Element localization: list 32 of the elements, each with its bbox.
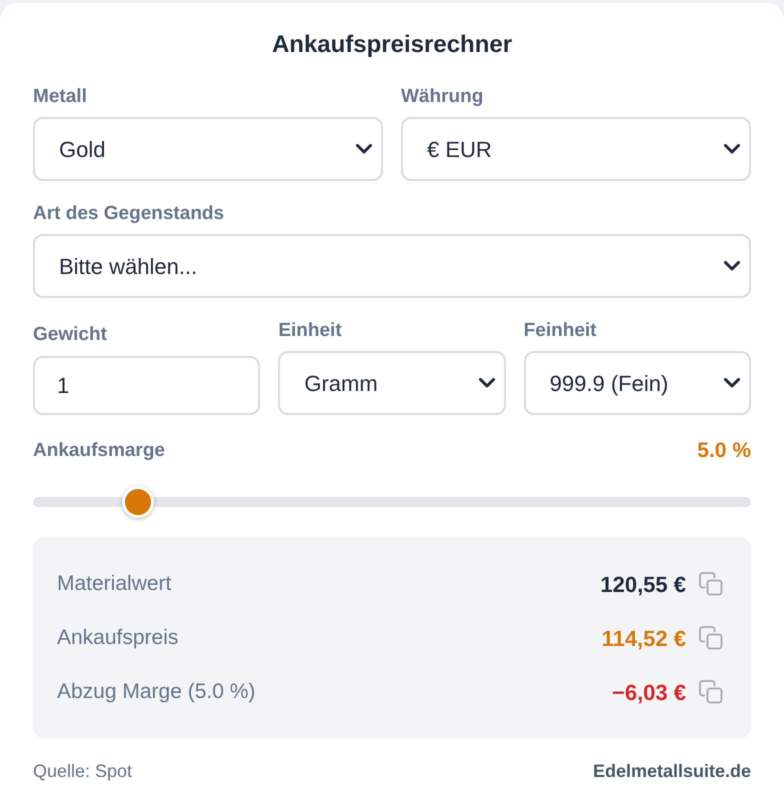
slider-value: 5.0 % <box>697 438 751 464</box>
chevron-down-icon <box>724 144 740 154</box>
dropdown[interactable]: € EUR <box>401 117 751 181</box>
result-label: Materialwert <box>57 571 172 598</box>
field-label: Einheit <box>278 319 343 343</box>
dropdown[interactable]: Bitte wählen... <box>33 234 751 298</box>
field-label: Art des Gegenstands <box>33 202 226 226</box>
field-label: Gewicht <box>33 323 108 347</box>
field-label: Währung <box>401 85 484 109</box>
dropdown[interactable]: 999.9 (Fein) <box>524 351 751 415</box>
weight-input[interactable]: 1 <box>33 356 260 415</box>
copy-icon[interactable] <box>699 572 723 596</box>
result-value: 114,52 € <box>602 624 686 652</box>
dropdown[interactable]: Gramm <box>278 351 506 415</box>
chevron-down-icon <box>724 261 740 271</box>
copy-icon[interactable] <box>699 680 723 704</box>
result-label: Ankaufspreis <box>57 625 178 652</box>
dropdown[interactable]: Gold <box>33 117 383 181</box>
slider-thumb[interactable] <box>122 486 154 518</box>
source-text: Quelle: Spot <box>33 760 132 783</box>
website-link[interactable]: Edelmetallsuite.de <box>592 758 751 784</box>
result-value: −6,03 € <box>612 678 686 706</box>
copy-icon[interactable] <box>699 626 723 650</box>
result-value: 120,55 € <box>600 570 686 598</box>
slider-label: Ankaufsmarge <box>33 439 165 463</box>
field-label: Metall <box>33 85 88 109</box>
result-label: Abzug Marge (5.0 %) <box>57 679 256 706</box>
chevron-down-icon <box>724 378 740 388</box>
chevron-down-icon <box>356 144 372 154</box>
calculator-title: Ankaufspreisrechner <box>270 30 514 60</box>
field-label: Feinheit <box>524 319 598 343</box>
chevron-down-icon <box>478 378 495 388</box>
